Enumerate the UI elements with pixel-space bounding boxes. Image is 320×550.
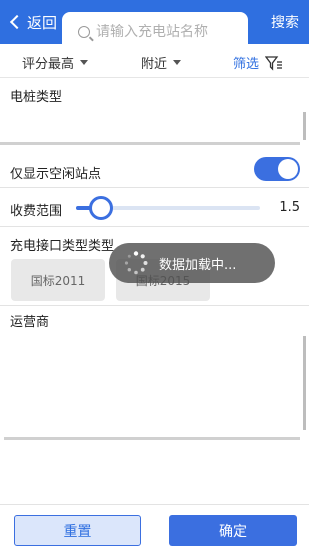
back-button[interactable]: 返回	[8, 10, 57, 34]
fee-range-slider-thumb[interactable]	[89, 196, 113, 220]
divider	[0, 226, 309, 227]
dropdown-arrow-icon	[80, 60, 89, 65]
toggle-knob	[278, 159, 298, 179]
loading-text: 数据加载中...	[159, 257, 237, 273]
fee-range-row: 收费范围 1.5	[0, 190, 309, 224]
idle-only-label: 仅显示空闲站点	[10, 167, 102, 182]
divider	[0, 305, 309, 306]
connector-type-label: 充电接口类型类型	[10, 239, 115, 254]
idle-only-toggle[interactable]	[254, 157, 300, 181]
connector-option-gb2011[interactable]: 国标2011	[11, 259, 105, 301]
sort-label: 评分最高	[22, 57, 75, 72]
operator-label: 运营商	[10, 315, 50, 330]
filter-funnel-icon	[265, 55, 283, 71]
fee-range-label: 收费范围	[10, 204, 63, 219]
reset-button[interactable]: 重置	[14, 515, 141, 546]
search-input[interactable]	[96, 24, 246, 40]
fee-range-value: 1.5	[279, 200, 300, 215]
pile-type-scrollbar[interactable]	[303, 112, 306, 140]
back-label: 返回	[27, 13, 58, 32]
loading-spinner-icon	[124, 251, 148, 275]
divider	[0, 142, 300, 145]
screen-label: 筛选	[233, 57, 260, 72]
search-icon	[78, 26, 90, 38]
chevron-left-icon	[9, 14, 25, 30]
idle-only-row: 仅显示空闲站点	[0, 153, 309, 187]
pile-type-label: 电桩类型	[10, 90, 63, 105]
top-bar: 返回 搜索	[0, 0, 309, 52]
divider	[0, 187, 309, 188]
screen-filter-button[interactable]: 筛选	[233, 53, 283, 72]
divider	[4, 437, 300, 440]
distance-dropdown[interactable]: 附近	[141, 53, 182, 72]
filter-bar: 评分最高 附近 筛选	[0, 44, 309, 78]
search-button[interactable]: 搜索	[271, 12, 299, 32]
sort-dropdown[interactable]: 评分最高	[22, 53, 89, 72]
loading-toast: 数据加载中...	[109, 243, 275, 283]
operator-scrollbar[interactable]	[303, 336, 306, 430]
confirm-button[interactable]: 确定	[169, 515, 297, 546]
dropdown-arrow-icon	[173, 60, 182, 65]
distance-label: 附近	[141, 57, 168, 72]
bottom-action-bar: 重置 确定	[0, 504, 309, 550]
